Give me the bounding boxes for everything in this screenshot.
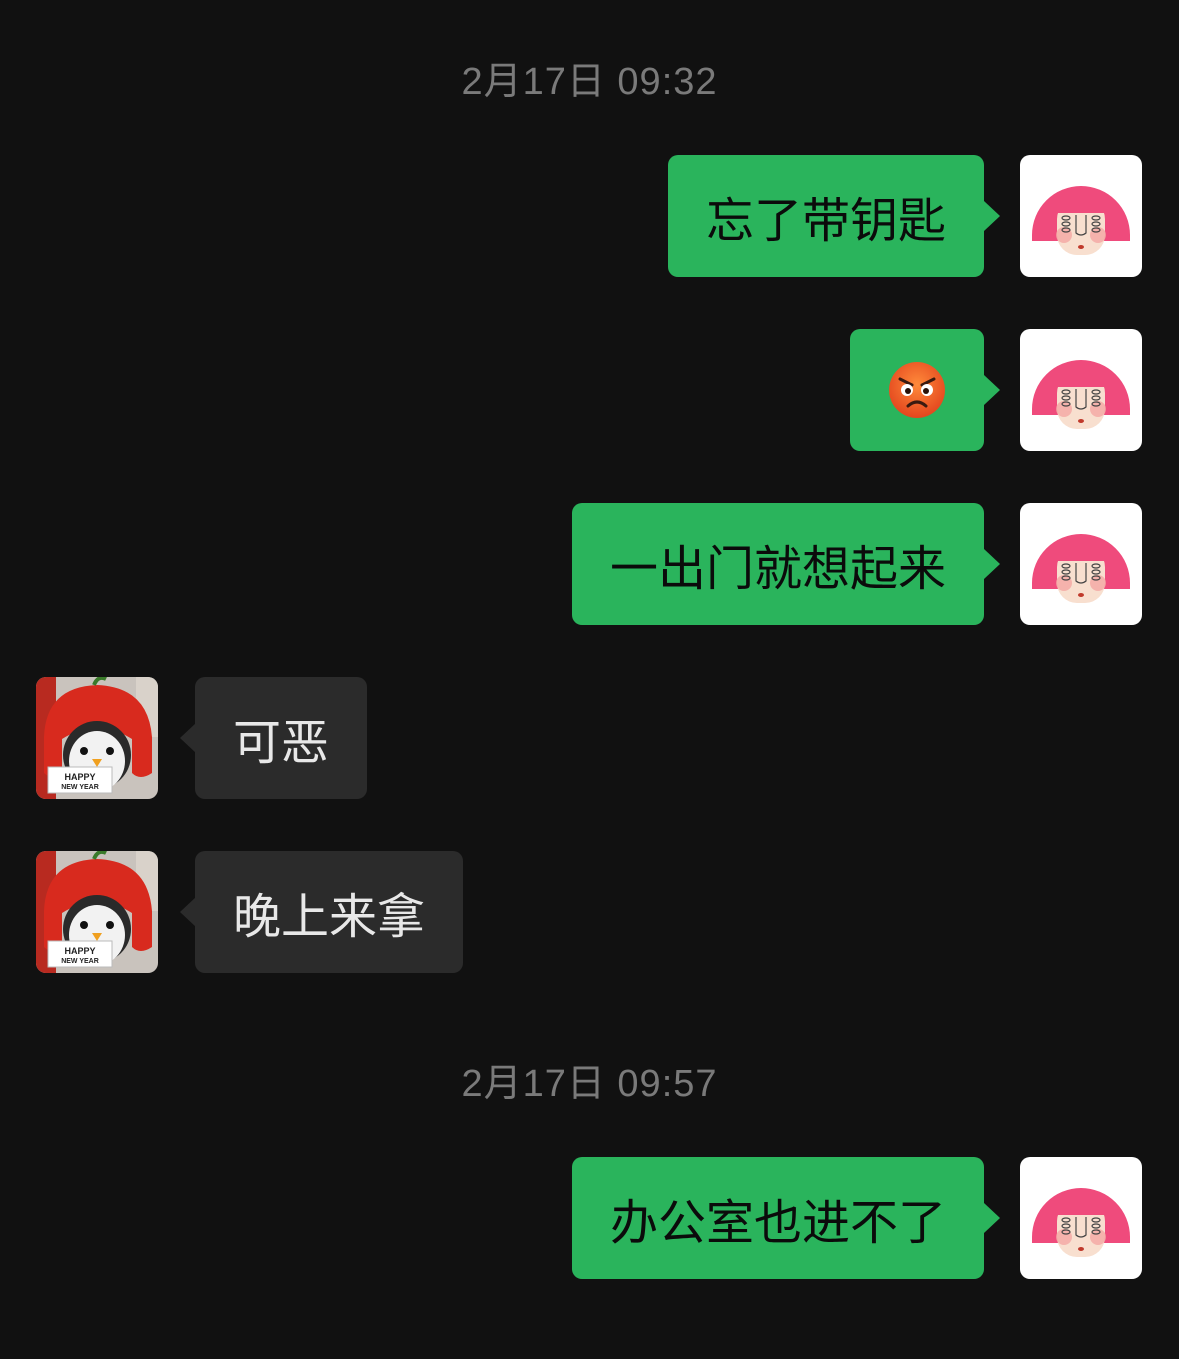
pink-hair-girl-avatar-icon bbox=[1020, 155, 1142, 277]
pink-hair-girl-avatar-icon bbox=[1020, 329, 1142, 451]
pink-hair-girl-avatar-icon bbox=[1020, 1157, 1142, 1279]
message-text: 晚上来拿 bbox=[233, 889, 426, 945]
avatar-card-line1: HAPPY bbox=[64, 946, 95, 956]
self-avatar[interactable] bbox=[1020, 503, 1142, 625]
timestamp: 2月17日 09:32 bbox=[461, 61, 718, 103]
message-bubble-self[interactable]: 忘了带钥匙 bbox=[667, 155, 984, 277]
message-text: 可恶 bbox=[233, 715, 330, 771]
bubble-tail bbox=[984, 375, 1000, 405]
avatar-card-line2: NEW YEAR bbox=[61, 784, 99, 791]
avatar-card-line2: NEW YEAR bbox=[61, 958, 99, 965]
bubble-tail bbox=[984, 549, 1000, 579]
angry-face-icon bbox=[889, 362, 945, 418]
penguin-red-hat-avatar-icon: HAPPY NEW YEAR bbox=[36, 677, 158, 799]
message-bubble-other[interactable]: 晚上来拿 bbox=[195, 851, 464, 973]
penguin-red-hat-avatar-icon: HAPPY NEW YEAR bbox=[36, 851, 158, 973]
other-avatar[interactable]: HAPPY NEW YEAR bbox=[36, 677, 158, 799]
self-avatar[interactable] bbox=[1020, 1157, 1142, 1279]
message-bubble-self[interactable]: 办公室也进不了 bbox=[571, 1157, 984, 1279]
message-bubble-other[interactable]: 可恶 bbox=[195, 677, 368, 799]
bubble-tail bbox=[984, 1203, 1000, 1233]
other-avatar[interactable]: HAPPY NEW YEAR bbox=[36, 851, 158, 973]
self-avatar[interactable] bbox=[1020, 155, 1142, 277]
message-bubble-self[interactable]: 一出门就想起来 bbox=[571, 503, 984, 625]
bubble-tail bbox=[180, 723, 196, 753]
bubble-tail bbox=[984, 201, 1000, 231]
timestamp: 2月17日 09:57 bbox=[461, 1063, 718, 1105]
message-text: 忘了带钥匙 bbox=[705, 193, 946, 249]
self-avatar[interactable] bbox=[1020, 329, 1142, 451]
bubble-tail bbox=[180, 897, 196, 927]
message-text: 办公室也进不了 bbox=[609, 1195, 946, 1251]
pink-hair-girl-avatar-icon bbox=[1020, 503, 1142, 625]
avatar-card-line1: HAPPY bbox=[64, 772, 95, 782]
message-text: 一出门就想起来 bbox=[609, 541, 946, 597]
message-bubble-self[interactable] bbox=[850, 329, 984, 451]
